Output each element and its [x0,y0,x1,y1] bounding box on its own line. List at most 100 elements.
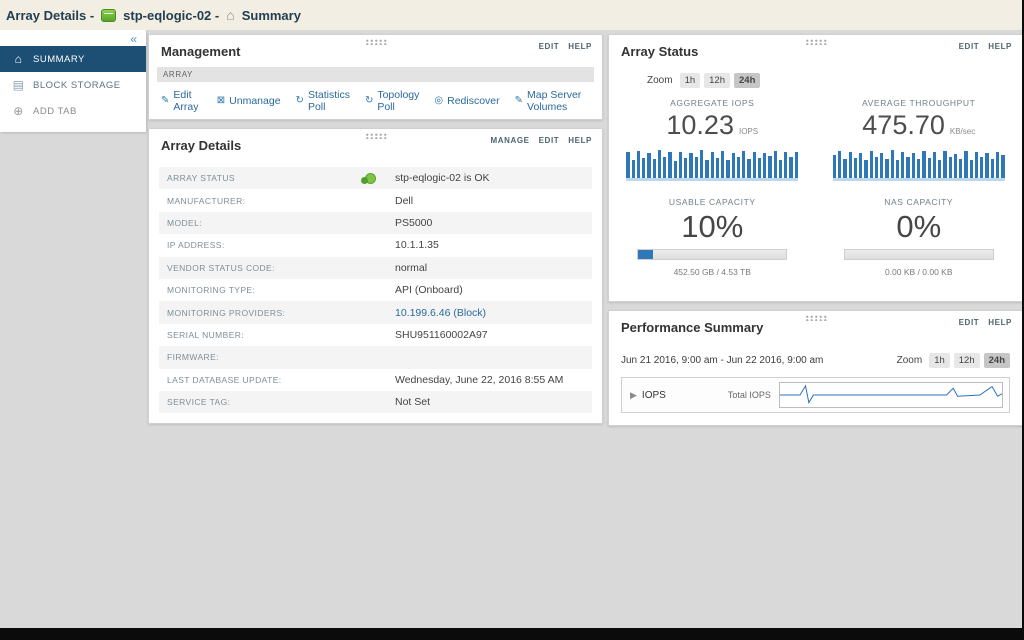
add-tab-icon: ⊕ [12,104,25,118]
performance-summary-edit-link[interactable]: EDIT [959,318,980,327]
management-actions: ✎ Edit Array ⊠ Unmanage ↻ Statistics Pol… [149,82,602,119]
array-status-edit-link[interactable]: EDIT [959,42,980,51]
status-ok-icon [365,173,376,184]
zoom-1h-button[interactable]: 1h [680,73,701,88]
device-name: stp-eqlogic-02 - [123,8,219,23]
home-icon: ⌂ [226,8,234,22]
performance-summary-inforow: Jun 21 2016, 9:00 am - Jun 22 2016, 9:00… [609,339,1022,368]
bottom-bar [0,628,1024,640]
performance-summary-panel-header: Performance Summary EDIT HELP [609,311,1022,339]
nas-capacity-percent: 0% [816,209,1023,245]
statistics-poll-action[interactable]: ↻ Statistics Poll [296,89,350,113]
usable-capacity-progress-bar [637,249,787,260]
management-panel: Management EDIT HELP ARRAY ✎ Edit Array … [148,34,603,120]
array-details-manage-link[interactable]: MANAGE [490,136,529,145]
pencil-icon: ✎ [515,96,523,106]
map-server-volumes-action[interactable]: ✎ Map Server Volumes [515,89,592,113]
monitoring-provider-link[interactable]: 10.199.6.46 (Block) [395,307,486,319]
usable-capacity-percent: 10% [609,209,816,245]
average-throughput-bar-chart [833,149,1005,181]
sidebar-item-block-storage[interactable]: ▤ BLOCK STORAGE [0,72,146,98]
iops-expander-icon[interactable]: ▶ [630,390,637,401]
table-row: MANUFACTURER: Dell [159,189,592,211]
array-group-header: ARRAY [157,67,594,82]
table-row: SERVICE TAG: Not Set [159,391,592,413]
sidebar-item-label: BLOCK STORAGE [33,80,121,91]
rediscover-action[interactable]: ◎ Rediscover [434,95,499,107]
iops-series-row: ▶ IOPS Total IOPS [621,377,1010,413]
array-details-panel: Array Details MANAGE EDIT HELP ARRAY STA… [148,128,603,424]
home-icon: ⌂ [12,52,25,66]
sidebar-item-summary[interactable]: ⌂ SUMMARY [0,46,146,72]
management-edit-link[interactable]: EDIT [539,42,560,51]
pencil-icon: ✎ [161,96,169,106]
average-throughput-stat: AVERAGE THROUGHPUT 475.70 KB/sec [816,98,1023,181]
management-panel-header: Management EDIT HELP [149,35,602,63]
table-row: MODEL: PS5000 [159,212,592,234]
rediscover-icon: ◎ [434,96,443,106]
total-iops-sparkline [779,382,1003,408]
edit-array-action[interactable]: ✎ Edit Array [161,89,202,113]
refresh-icon: ↻ [365,96,373,106]
zoom-1h-button[interactable]: 1h [929,353,950,368]
array-status-help-link[interactable]: HELP [988,42,1012,51]
zoom-12h-button[interactable]: 12h [704,73,730,88]
table-row: VENDOR STATUS CODE: normal [159,257,592,279]
topology-poll-action[interactable]: ↻ Topology Poll [365,89,419,113]
drag-handle-icon[interactable] [805,315,827,321]
sidebar-item-add-tab[interactable]: ⊕ ADD TAB [0,98,146,124]
performance-summary-zoom-control: Zoom 1h 12h 24h [897,353,1010,368]
unmanage-action[interactable]: ⊠ Unmanage [217,95,281,107]
table-row: SERIAL NUMBER: SHU951160002A97 [159,324,592,346]
usable-capacity-progress-fill [638,250,653,259]
zoom-12h-button[interactable]: 12h [954,353,980,368]
nas-capacity-detail: 0.00 KB / 0.00 KB [816,267,1023,277]
table-row: ARRAY STATUS stp-eqlogic-02 is OK [159,167,592,189]
sidebar-item-label: ADD TAB [33,106,77,117]
usable-capacity-detail: 452.50 GB / 4.53 TB [609,267,816,277]
average-throughput-value: 475.70 [862,110,945,141]
table-row: LAST DATABASE UPDATE: Wednesday, June 22… [159,369,592,391]
array-status-panel-header: Array Status EDIT HELP [609,35,1022,63]
performance-summary-help-link[interactable]: HELP [988,318,1012,327]
table-row: MONITORING TYPE: API (Onboard) [159,279,592,301]
aggregate-iops-bar-chart [626,149,798,181]
array-details-edit-link[interactable]: EDIT [539,136,560,145]
sidebar-collapse-button[interactable]: « [0,30,146,46]
array-status-zoom-control: Zoom 1h 12h 24h [609,73,1022,88]
array-status-panel: Array Status EDIT HELP Zoom 1h 12h 24h A… [608,34,1023,302]
array-status-stats: AGGREGATE IOPS 10.23 IOPS AVERAGE THROUG… [609,98,1022,277]
nas-capacity-progress-bar [844,249,994,260]
average-throughput-unit: KB/sec [950,127,975,136]
page-header: Array Details - stp-eqlogic-02 - ⌂ Summa… [0,0,1024,30]
panel-title: Array Status [621,44,698,59]
page-name: Summary [242,8,301,23]
unmanage-icon: ⊠ [217,96,225,106]
usable-capacity-stat: USABLE CAPACITY 10% 452.50 GB / 4.53 TB [609,181,816,277]
array-device-icon [101,9,116,22]
table-row: IP ADDRESS: 10.1.1.35 [159,234,592,256]
table-row: MONITORING PROVIDERS: 10.199.6.46 (Block… [159,301,592,323]
drag-handle-icon[interactable] [365,133,387,139]
zoom-24h-button[interactable]: 24h [984,353,1010,368]
array-details-table: ARRAY STATUS stp-eqlogic-02 is OK MANUFA… [159,167,592,413]
management-help-link[interactable]: HELP [568,42,592,51]
panel-title: Array Details [161,138,241,153]
array-details-panel-header: Array Details MANAGE EDIT HELP [149,129,602,157]
panel-title: Management [161,44,240,59]
performance-summary-panel: Performance Summary EDIT HELP Jun 21 201… [608,310,1023,426]
series-sub-label: Total IOPS [728,390,771,400]
block-storage-icon: ▤ [12,78,25,92]
array-details-help-link[interactable]: HELP [568,136,592,145]
table-row: FIRMWARE: [159,346,592,368]
sidebar-item-label: SUMMARY [33,54,85,65]
sidebar: « ⌂ SUMMARY ▤ BLOCK STORAGE ⊕ ADD TAB [0,30,146,132]
drag-handle-icon[interactable] [365,39,387,45]
drag-handle-icon[interactable] [805,39,827,45]
nas-capacity-stat: NAS CAPACITY 0% 0.00 KB / 0.00 KB [816,181,1023,277]
refresh-icon: ↻ [296,96,304,106]
aggregate-iops-unit: IOPS [739,127,758,136]
zoom-24h-button[interactable]: 24h [734,73,760,88]
series-label: IOPS [642,390,728,401]
panel-title: Performance Summary [621,320,763,335]
